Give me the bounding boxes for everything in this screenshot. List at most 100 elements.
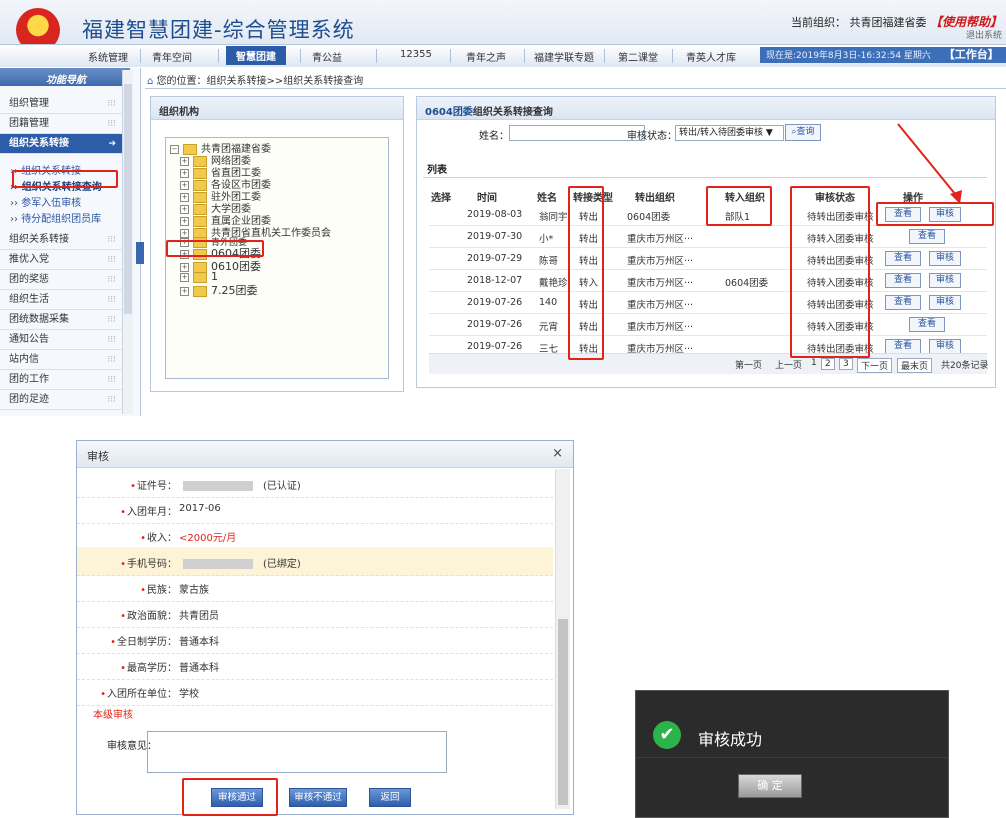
nav-second-classroom[interactable]: 第二课堂 (618, 49, 658, 64)
pager-page-2[interactable]: 2 (821, 358, 835, 370)
form-row: •手机号码： (已绑定) (77, 547, 553, 576)
col-select: 选择 (431, 193, 451, 204)
field-value: 普通本科 (179, 637, 219, 648)
query-button[interactable]: ⌕查询 (785, 124, 821, 141)
home-icon: ⌂ (147, 76, 154, 87)
audit-button[interactable]: 审核 (929, 295, 961, 310)
nav-12355[interactable]: 12355 (400, 49, 432, 60)
pager-page-1[interactable]: 1 (811, 358, 817, 368)
sidebar-item-league-work[interactable]: 团的工作 ⁝⁝⁝ (0, 370, 128, 390)
view-button[interactable]: 查看 (909, 229, 945, 244)
opinion-textarea[interactable] (147, 731, 447, 773)
nav-talent-pool[interactable]: 青英人才库 (686, 49, 736, 64)
status-select[interactable]: 转出/转入待团委审核 ▼ (675, 125, 784, 141)
form-row: •民族： 蒙古族 (77, 573, 553, 602)
col-name: 姓名 (537, 193, 557, 204)
org-panel-title: 组织机构 (159, 107, 199, 118)
sidebar-item-org-transfer-active[interactable]: 组织关系转接 ➔ (0, 134, 128, 154)
sidebar-item-membership[interactable]: 团籍管理 ⁝⁝⁝ (0, 114, 128, 134)
form-row: •入团年月： 2017-06 (77, 495, 553, 524)
pager-page-3[interactable]: 3 (839, 358, 853, 370)
nav-public-welfare[interactable]: 青公益 (312, 49, 342, 64)
nav-youth-space[interactable]: 青年空间 (152, 49, 192, 64)
pager-next[interactable]: 下一页 (857, 358, 893, 373)
cell-time: 2019-07-26 (467, 341, 523, 352)
form-row: •政治面貌： 共青团员 (77, 599, 553, 628)
back-button[interactable]: 返回 (369, 788, 411, 807)
audit-button[interactable]: 审核 (929, 273, 961, 288)
sidebar-item-rewards[interactable]: 团的奖惩 ⁝⁝⁝ (0, 270, 128, 290)
cell-from: 重庆市万州区··· (627, 234, 694, 245)
form-row: •收入： <2000元/月 (77, 521, 553, 550)
help-link[interactable]: 【使用帮助】 (930, 15, 1002, 29)
sidebar-item-transfer[interactable]: 组织关系转接 ⁝⁝⁝ (0, 230, 128, 250)
cell-time: 2019-07-29 (467, 253, 523, 264)
table-row: 2019-07-30 小* 转出 重庆市万州区··· 待转入团委审核 查看 (429, 225, 987, 248)
col-from: 转出组织 (635, 193, 675, 204)
sidebar-sub-unassigned-pool[interactable]: ›› 待分配组织团员库 (10, 210, 101, 225)
audit-button[interactable]: 审核 (929, 339, 961, 354)
tree-node[interactable]: +7.25团委 (180, 282, 258, 298)
app-title: 福建智慧团建-综合管理系统 (82, 18, 355, 42)
view-button[interactable]: 查看 (909, 317, 945, 332)
form-row: •入团所在单位： 学校 (77, 677, 553, 706)
logout-link[interactable]: 退出系统 (966, 28, 1002, 41)
close-icon[interactable]: × (552, 446, 563, 461)
masked-value (183, 559, 253, 569)
query-panel-header: 0604团委组织关系转接查询 (417, 97, 995, 120)
sidebar-title: 功能导航 (46, 75, 86, 86)
sidebar-scrollbar[interactable] (122, 70, 133, 414)
nav-smart-league[interactable]: 智慧团建 (226, 46, 286, 65)
section-title: 本级审核 (93, 710, 133, 721)
field-label: •最高学历： (120, 663, 177, 674)
field-value: 普通本科 (179, 663, 219, 674)
form-row: •最高学历： 普通本科 (77, 651, 553, 680)
audit-dialog: 审核 × •证件号： (已认证) •入团年月： 2017-06 •收入： <2000元/月… (76, 440, 574, 815)
sidebar-collapse-handle[interactable] (136, 242, 144, 264)
list-title: 列表 (427, 165, 447, 176)
breadcrumb-text: 您的位置：组织关系转接>>组织关系转接查询 (156, 76, 364, 87)
workbench-link[interactable]: 【工作台】 (944, 48, 999, 61)
annotation-box (706, 186, 772, 226)
sidebar-item-notices[interactable]: 通知公告 ⁝⁝⁝ (0, 330, 128, 350)
sidebar-item-messages[interactable]: 站内信 ⁝⁝⁝ (0, 350, 128, 370)
sidebar-item-party-recommend[interactable]: 推优入党 ⁝⁝⁝ (0, 250, 128, 270)
cell-from: 重庆市万州区··· (627, 256, 694, 267)
nav-youth-voice[interactable]: 青年之声 (466, 49, 506, 64)
query-panel-title: 0604团委组织关系转接查询 (425, 107, 553, 118)
sidebar-item-org-management[interactable]: 组织管理 ⁝⁝⁝ (0, 94, 128, 114)
sidebar-item-data-collection[interactable]: 团统数据采集 ⁝⁝⁝ (0, 310, 128, 330)
field-label: •全日制学历： (110, 637, 177, 648)
cell-from: 0604团委 (627, 212, 671, 223)
sidebar-sub-military-review[interactable]: ›› 参军入伍审核 (10, 194, 81, 209)
view-button[interactable]: 查看 (885, 251, 921, 266)
field-label: •证件号： (130, 481, 177, 492)
dialog-title: 审核 (87, 450, 109, 463)
pager-prev[interactable]: 上一页 (775, 358, 802, 371)
datetime-text: 现在是:2019年8月3日-16:32:54 星期六 (766, 51, 931, 61)
confirm-button[interactable]: 确 定 (738, 774, 802, 798)
sidebar-item-footprint[interactable]: 团的足迹 ⁝⁝⁝ (0, 390, 128, 410)
field-value: (已绑定) (179, 555, 301, 570)
audit-reject-button[interactable]: 审核不通过 (289, 788, 347, 807)
cell-from: 重庆市万州区··· (627, 322, 694, 333)
dialog-scrollbar[interactable] (555, 469, 570, 809)
annotation-box (182, 778, 278, 816)
toast-message: 审核成功 (698, 730, 763, 749)
cell-name: 140 (539, 297, 558, 308)
name-input[interactable] (509, 125, 645, 141)
view-button[interactable]: 查看 (885, 339, 921, 354)
cell-time: 2019-07-26 (467, 319, 523, 330)
view-button[interactable]: 查看 (885, 295, 921, 310)
cell-name: 元宵 (539, 322, 559, 333)
sidebar-item-org-life[interactable]: 组织生活 ⁝⁝⁝ (0, 290, 128, 310)
audit-button[interactable]: 审核 (929, 251, 961, 266)
pager-first[interactable]: 第一页 (735, 358, 762, 371)
field-value: 共青团员 (179, 611, 219, 622)
nav-system-admin[interactable]: 系统管理 (88, 49, 128, 64)
table-row: 2019-07-26 元宵 转出 重庆市万州区··· 待转入团委审核 查看 (429, 313, 987, 336)
view-button[interactable]: 查看 (885, 273, 921, 288)
nav-student-union[interactable]: 福建学联专题 (534, 49, 594, 64)
pager-last[interactable]: 最末页 (897, 358, 933, 373)
cell-from: 重庆市万州区··· (627, 300, 694, 311)
